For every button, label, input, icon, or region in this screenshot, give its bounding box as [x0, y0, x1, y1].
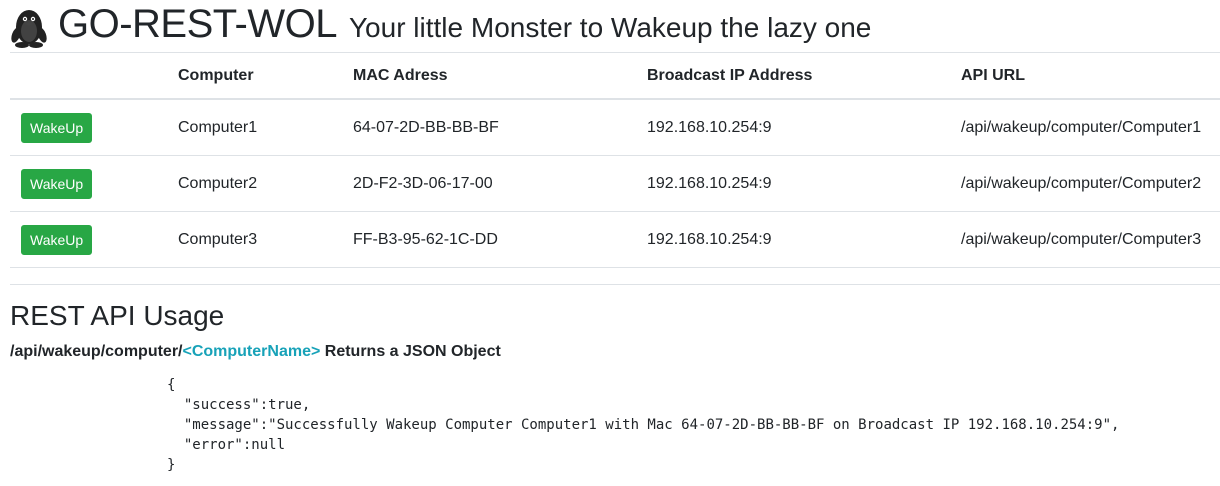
mac-cell: 2D-F2-3D-06-17-00	[353, 155, 647, 212]
ip-cell: 192.168.10.254:9	[647, 155, 961, 212]
json-line: "message":"Successfully Wakeup Computer …	[167, 417, 1120, 433]
url-cell: /api/wakeup/computer/Computer3	[961, 211, 1220, 268]
section-divider	[10, 284, 1220, 285]
wakeup-button-computer1[interactable]: WakeUp	[21, 112, 93, 143]
wakeup-button-computer2[interactable]: WakeUp	[21, 168, 93, 199]
ip-cell: 192.168.10.254:9	[647, 99, 961, 156]
url-cell: /api/wakeup/computer/Computer1	[961, 99, 1220, 156]
table-row: WakeUp Computer2 2D-F2-3D-06-17-00 192.1…	[10, 155, 1220, 212]
penguin-icon	[11, 10, 47, 48]
api-usage-suffix: Returns a JSON Object	[320, 343, 501, 360]
mac-cell: FF-B3-95-62-1C-DD	[353, 211, 647, 268]
column-header-broadcast-ip: Broadcast IP Address	[647, 52, 961, 100]
brand-title: GO-REST-WOL	[58, 2, 337, 46]
column-header-api-url: API URL	[961, 52, 1220, 100]
page-header: GO-REST-WOL Your little Monster to Wakeu…	[10, 0, 1220, 52]
json-line: "error":null	[167, 437, 286, 453]
api-param: <ComputerName>	[182, 343, 321, 360]
computer-cell: Computer3	[178, 211, 353, 268]
json-line: }	[167, 457, 176, 473]
api-usage-line: /api/wakeup/computer/<ComputerName> Retu…	[10, 343, 1220, 361]
column-header-action	[10, 52, 178, 100]
column-header-computer: Computer	[178, 52, 353, 100]
api-path: /api/wakeup/computer/	[10, 343, 183, 360]
wakeup-button-computer3[interactable]: WakeUp	[21, 224, 93, 255]
action-cell: WakeUp	[10, 99, 178, 156]
table-row: WakeUp Computer3 FF-B3-95-62-1C-DD 192.1…	[10, 211, 1220, 268]
json-line: "success":true,	[167, 397, 311, 413]
computer-cell: Computer2	[178, 155, 353, 212]
computers-table: Computer MAC Adress Broadcast IP Address…	[10, 52, 1220, 268]
action-cell: WakeUp	[10, 155, 178, 212]
table-header-row: Computer MAC Adress Broadcast IP Address…	[10, 52, 1220, 100]
action-cell: WakeUp	[10, 211, 178, 268]
mac-cell: 64-07-2D-BB-BB-BF	[353, 99, 647, 156]
section-title: REST API Usage	[10, 300, 225, 331]
column-header-mac: MAC Adress	[353, 52, 647, 100]
tagline: Your little Monster to Wakeup the lazy o…	[348, 12, 872, 43]
table-row: WakeUp Computer1 64-07-2D-BB-BB-BF 192.1…	[10, 99, 1220, 156]
json-line: {	[167, 377, 176, 393]
url-cell: /api/wakeup/computer/Computer2	[961, 155, 1220, 212]
page: GO-REST-WOL Your little Monster to Wakeu…	[10, 0, 1220, 475]
computer-cell: Computer1	[178, 99, 353, 156]
ip-cell: 192.168.10.254:9	[647, 211, 961, 268]
json-example: { "success":true, "message":"Successfull…	[167, 375, 1220, 475]
